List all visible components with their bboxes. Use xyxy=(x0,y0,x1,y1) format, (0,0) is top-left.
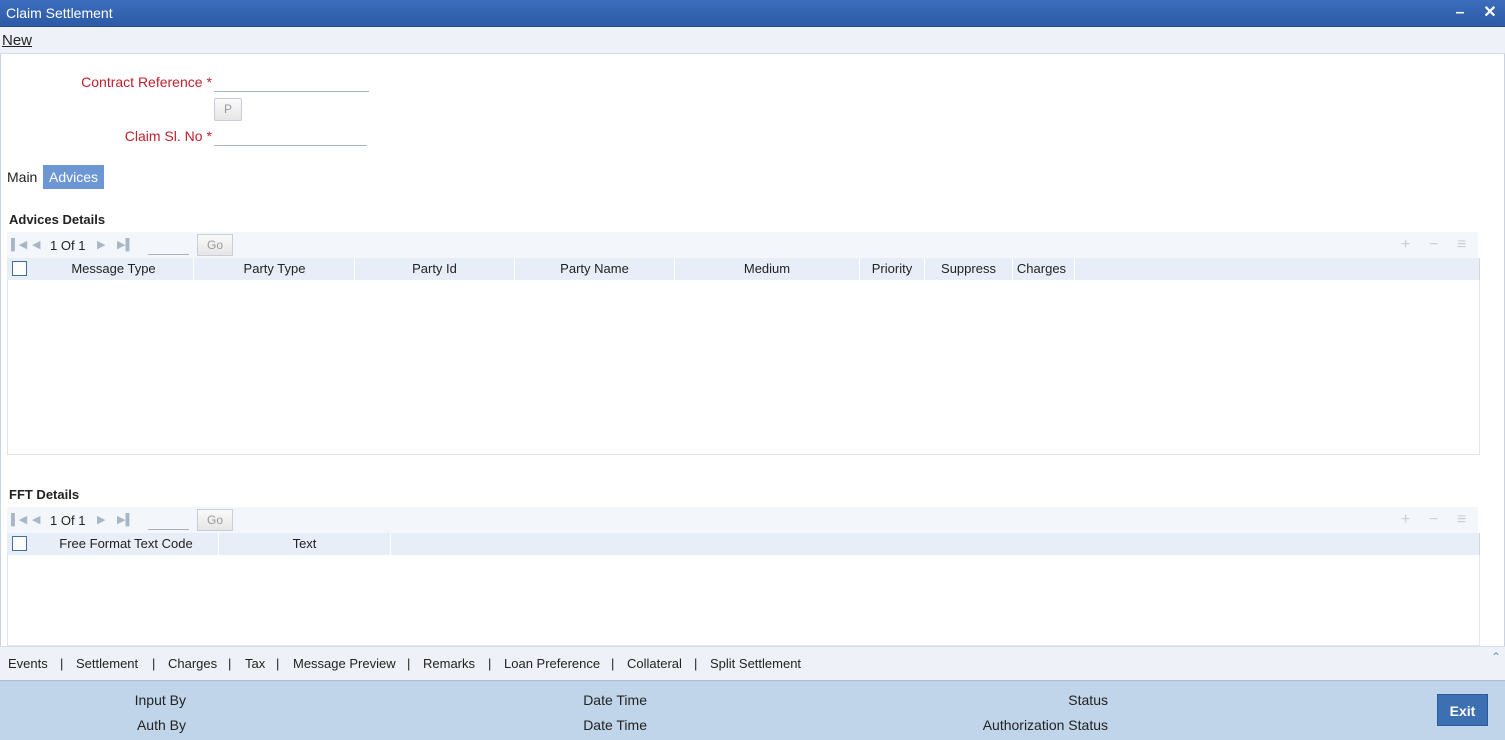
column-header[interactable]: Free Format Text Code xyxy=(34,533,219,555)
column-header[interactable]: Party Id xyxy=(355,258,515,280)
new-link[interactable]: New xyxy=(2,32,32,49)
add-row-icon[interactable]: + xyxy=(1401,236,1410,254)
single-view-icon[interactable]: ≡ xyxy=(1457,511,1466,529)
p-button[interactable]: P xyxy=(214,98,242,121)
next-page-icon[interactable]: ▶ xyxy=(97,238,105,251)
column-header[interactable]: Suppress xyxy=(925,258,1013,280)
window-title: Claim Settlement xyxy=(6,5,113,21)
contract-reference-label: Contract Reference * xyxy=(81,74,212,90)
column-header[interactable]: Message Type xyxy=(34,258,194,280)
authorization-status-label: Authorization Status xyxy=(982,717,1108,733)
status-label: Status xyxy=(1068,692,1108,708)
column-header[interactable]: Party Type xyxy=(195,258,355,280)
first-page-icon[interactable]: ▌◀ xyxy=(11,513,27,526)
advices-grid-body xyxy=(7,280,1480,455)
link-separator: | xyxy=(60,656,64,671)
fft-grid-header: Free Format Text Code Text xyxy=(7,533,1480,555)
page-info: 1 Of 1 xyxy=(50,238,86,253)
bottom-links-bar: Events | Settlement | Charges | Tax | Me… xyxy=(0,646,1505,680)
advices-grid-header: Message Type Party Type Party Id Party N… xyxy=(7,258,1480,280)
split-settlement-link[interactable]: Split Settlement xyxy=(710,656,801,671)
loan-preference-link[interactable]: Loan Preference xyxy=(504,656,600,671)
go-button[interactable]: Go xyxy=(197,509,233,531)
single-view-icon[interactable]: ≡ xyxy=(1457,236,1466,254)
window-titlebar: Claim Settlement – ✕ xyxy=(0,0,1505,27)
page-number-input[interactable] xyxy=(148,235,189,255)
column-header[interactable]: Medium xyxy=(675,258,860,280)
go-button[interactable]: Go xyxy=(197,234,233,256)
tab-main[interactable]: Main xyxy=(1,165,43,189)
column-header[interactable]: Priority xyxy=(860,258,925,280)
fft-pager: ▌◀ ◀ 1 Of 1 ▶ ▶▌ Go + − ≡ xyxy=(7,507,1478,533)
advices-details-title: Advices Details xyxy=(9,212,106,227)
exit-button[interactable]: Exit xyxy=(1437,694,1488,726)
link-separator: | xyxy=(228,656,232,671)
settlement-link[interactable]: Settlement xyxy=(76,656,138,671)
first-page-icon[interactable]: ▌◀ xyxy=(11,238,27,251)
link-separator: | xyxy=(407,656,411,671)
column-header[interactable]: Party Name xyxy=(515,258,675,280)
close-icon[interactable]: ✕ xyxy=(1480,3,1500,23)
charges-link[interactable]: Charges xyxy=(168,656,217,671)
message-preview-link[interactable]: Message Preview xyxy=(293,656,396,671)
claim-sl-no-label: Claim Sl. No * xyxy=(124,128,212,144)
tab-advices[interactable]: Advices xyxy=(43,165,105,189)
prev-page-icon[interactable]: ◀ xyxy=(32,238,40,251)
required-marker: * xyxy=(206,74,212,90)
link-separator: | xyxy=(611,656,615,671)
advices-pager: ▌◀ ◀ 1 Of 1 ▶ ▶▌ Go + − ≡ xyxy=(7,232,1478,258)
link-separator: | xyxy=(488,656,492,671)
collateral-link[interactable]: Collateral xyxy=(627,656,682,671)
tax-link[interactable]: Tax xyxy=(245,656,265,671)
claim-sl-no-input[interactable] xyxy=(214,126,367,146)
delete-row-icon[interactable]: − xyxy=(1429,236,1438,254)
required-marker: * xyxy=(206,128,212,144)
input-by-label: Input By xyxy=(134,692,186,708)
auth-by-label: Auth By xyxy=(136,717,186,733)
remarks-link[interactable]: Remarks xyxy=(423,656,475,671)
date-time-label: Date Time xyxy=(583,692,647,708)
column-header[interactable]: Text xyxy=(219,533,391,555)
audit-footer: Input By Auth By Date Time Date Time Sta… xyxy=(0,680,1505,740)
date-time-label: Date Time xyxy=(583,717,647,733)
last-page-icon[interactable]: ▶▌ xyxy=(117,238,133,251)
menu-bar: New xyxy=(0,27,1505,54)
select-all-checkbox[interactable] xyxy=(12,536,27,551)
fft-grid-body xyxy=(7,555,1480,646)
add-row-icon[interactable]: + xyxy=(1401,511,1410,529)
minimize-icon[interactable]: – xyxy=(1450,3,1470,23)
page-number-input[interactable] xyxy=(148,510,189,530)
select-all-checkbox[interactable] xyxy=(12,261,27,276)
column-header[interactable]: Charges xyxy=(1009,258,1075,280)
last-page-icon[interactable]: ▶▌ xyxy=(117,513,133,526)
link-separator: | xyxy=(276,656,280,671)
events-link[interactable]: Events xyxy=(8,656,48,671)
fft-details-title: FFT Details xyxy=(9,487,80,502)
next-page-icon[interactable]: ▶ xyxy=(97,513,105,526)
link-separator: | xyxy=(694,656,698,671)
delete-row-icon[interactable]: − xyxy=(1429,511,1438,529)
contract-reference-input[interactable] xyxy=(214,72,369,92)
page-info: 1 Of 1 xyxy=(50,513,86,528)
prev-page-icon[interactable]: ◀ xyxy=(32,513,40,526)
link-separator: | xyxy=(152,656,156,671)
scroll-up-icon[interactable]: ⌃ xyxy=(1491,650,1501,664)
